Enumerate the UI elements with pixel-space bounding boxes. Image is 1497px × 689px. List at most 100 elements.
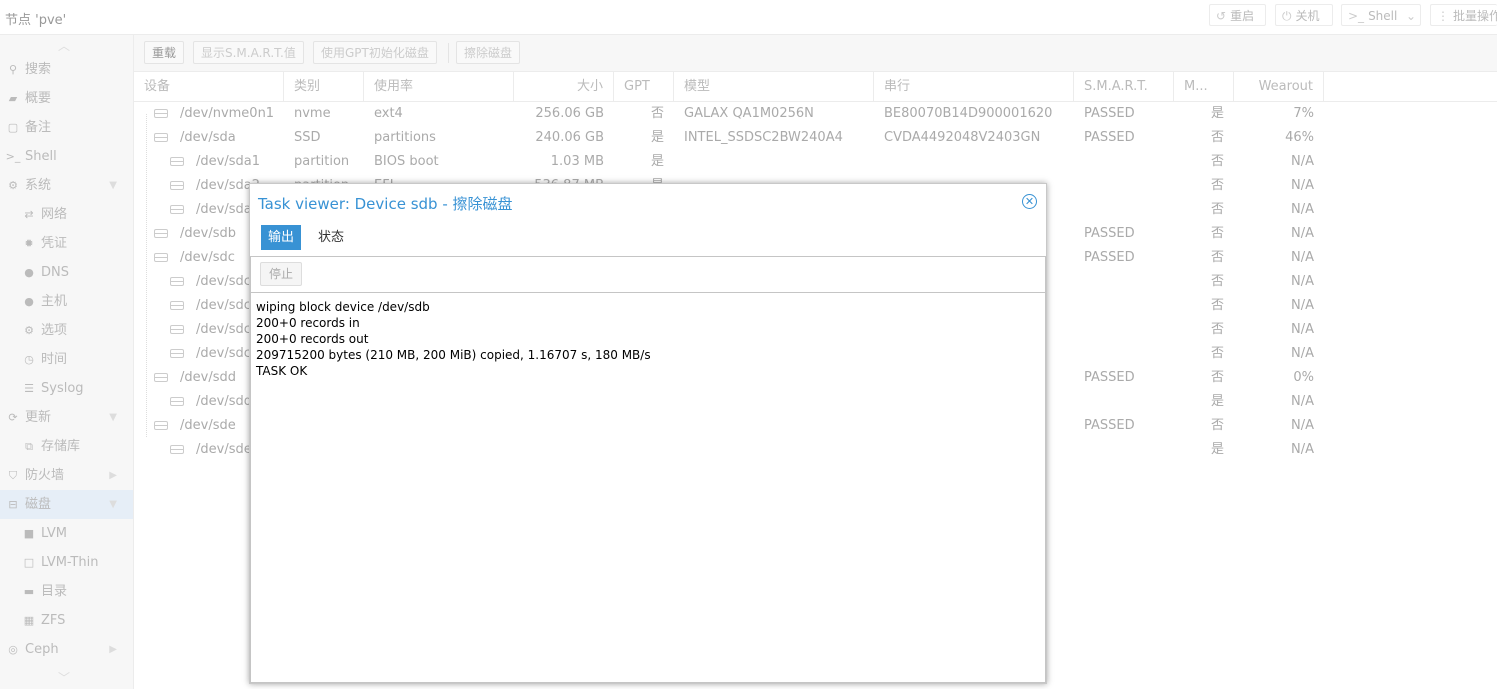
task-log: wiping block device /dev/sdb 200+0 recor… (250, 293, 1046, 683)
col-model[interactable]: 模型 (674, 72, 874, 101)
globe-icon: ● (24, 266, 34, 279)
cell-wearout: N/A (1291, 418, 1314, 433)
scroll-down-icon[interactable]: ﹀ (58, 669, 70, 686)
tab-status[interactable]: 状态 (311, 225, 351, 250)
cell-serial: CVDA4492048V2403GN (884, 130, 1041, 145)
cell-size: 1.03 MB (550, 154, 604, 169)
cell-model: GALAX QA1M0256N (684, 106, 814, 121)
sidebar-item-options[interactable]: ⚙ 选项 (0, 316, 133, 345)
cell-smart: PASSED (1084, 226, 1135, 241)
sidebar-item-lvm[interactable]: ■ LVM (0, 519, 133, 548)
bulk-actions-button[interactable]: ⋮ 批量操作 (1430, 4, 1497, 26)
close-icon[interactable]: ✕ (1022, 194, 1037, 209)
undo-icon: ↺ (1216, 9, 1227, 23)
col-gpt[interactable]: GPT (614, 72, 674, 101)
sidebar-item-repositories[interactable]: ⧉ 存储库 (0, 432, 133, 461)
sidebar-item-hosts[interactable]: ● 主机 (0, 287, 133, 316)
cell-smart (1074, 318, 1174, 342)
hdd-icon (154, 373, 168, 382)
table-row[interactable]: /dev/sda SSD partitions 240.06 GB 是 INTEL_SSD… (134, 126, 1497, 150)
power-icon: ⏻ (1282, 9, 1292, 23)
cell-mounted: 否 (1210, 250, 1224, 265)
hdd-icon (170, 205, 184, 214)
col-wearout[interactable]: Wearout (1234, 72, 1324, 101)
sidebar-item-syslog[interactable]: ☰ Syslog (0, 374, 133, 403)
device-name: /dev/sdd (180, 370, 236, 385)
cell-mounted: 否 (1210, 322, 1224, 337)
shutdown-button[interactable]: ⏻ 关机 (1275, 4, 1333, 26)
col-type[interactable]: 类别 (284, 72, 364, 101)
table-row[interactable]: /dev/nvme0n1 nvme ext4 256.06 GB 否 GALAX QA1M… (134, 102, 1497, 126)
reboot-button[interactable]: ↺ 重启 (1209, 4, 1266, 26)
cell-wearout: N/A (1291, 442, 1314, 457)
hdd-icon (154, 229, 168, 238)
device-name: /dev/sda (180, 130, 236, 145)
grid-icon: ▦ (23, 614, 35, 627)
sidebar-item-summary[interactable]: ▰ 概要 (0, 84, 133, 113)
cell-wearout: N/A (1291, 274, 1314, 289)
col-usage[interactable]: 使用率 (364, 72, 514, 101)
cell-smart (1074, 174, 1174, 198)
hdd-icon (170, 349, 184, 358)
sidebar-item-zfs[interactable]: ▦ ZFS (0, 606, 133, 635)
cell-size: 240.06 GB (535, 130, 604, 145)
cell-mounted: 是 (1210, 394, 1224, 409)
col-serial[interactable]: 串行 (874, 72, 1074, 101)
book-icon: ▰ (8, 92, 18, 105)
cell-smart: PASSED (1084, 418, 1135, 433)
device-name: /dev/sdb (180, 226, 236, 241)
col-mounted[interactable]: M... (1174, 72, 1234, 101)
show-smart-button[interactable]: 显示S.M.A.R.T.值 (193, 41, 304, 64)
col-size[interactable]: 大小 (514, 72, 614, 101)
sidebar-item-dns[interactable]: ● DNS (0, 258, 133, 287)
sidebar-item-directory[interactable]: ▬ 目录 (0, 577, 133, 606)
wipe-disk-button[interactable]: 擦除磁盘 (456, 41, 521, 64)
cell-mounted: 是 (1210, 442, 1224, 457)
hdd-icon (170, 445, 184, 454)
files-icon: ⧉ (25, 440, 33, 453)
sidebar-item-time[interactable]: ◷ 时间 (0, 345, 133, 374)
log-line: 200+0 records in (256, 316, 360, 330)
cell-usage: BIOS boot (374, 154, 439, 169)
sidebar-item-search[interactable]: ⚲ 搜索 (0, 55, 133, 84)
sidebar-item-lvm-thin[interactable]: □ LVM-Thin (0, 548, 133, 577)
stop-button[interactable]: 停止 (260, 262, 303, 286)
shell-button[interactable]: >_ Shell ⌄ (1341, 4, 1421, 26)
cell-wearout: N/A (1291, 202, 1314, 217)
col-device[interactable]: 设备 (134, 72, 284, 101)
sidebar-item-updates[interactable]: ⟳ 更新 ▼ (0, 403, 133, 432)
tab-output[interactable]: 输出 (261, 225, 302, 250)
sidebar-item-network[interactable]: ⇄ 网络 (0, 200, 133, 229)
hdd-icon (154, 421, 168, 430)
hdd-icon (170, 157, 184, 166)
reload-button[interactable]: 重载 (144, 41, 185, 64)
cell-wearout: N/A (1291, 346, 1314, 361)
cell-wearout: N/A (1291, 298, 1314, 313)
sidebar-item-system[interactable]: ⚙ 系统 ▼ (0, 171, 133, 200)
note-icon: ▢ (7, 121, 19, 134)
table-row[interactable]: /dev/sda1 partition BIOS boot 1.03 MB 是 否 N/A (134, 150, 1497, 174)
scroll-up-icon[interactable]: ︿ (58, 37, 70, 54)
cell-type: partition (294, 154, 350, 169)
sidebar-item-firewall[interactable]: ⛉ 防火墙 ▶ (0, 461, 133, 490)
cell-mounted: 否 (1210, 346, 1224, 361)
col-smart[interactable]: S.M.A.R.T. (1074, 72, 1174, 101)
log-line: 209715200 bytes (210 MB, 200 MiB) copied… (256, 348, 651, 362)
cell-model: INTEL_SSDSC2BW240A4 (684, 130, 843, 145)
init-gpt-button[interactable]: 使用GPT初始化磁盘 (313, 41, 437, 64)
cell-smart (1074, 390, 1174, 414)
sidebar-item-notes[interactable]: ▢ 备注 (0, 113, 133, 142)
sidebar-item-disks[interactable]: ⊟ 磁盘 ▼ (0, 490, 133, 519)
cell-smart: PASSED (1084, 370, 1135, 385)
cell-gpt: 是 (650, 154, 664, 169)
square-icon: ■ (23, 527, 35, 540)
cell-gpt: 是 (650, 130, 664, 145)
chevron-down-icon: ▼ (109, 499, 117, 510)
sidebar-item-certificates[interactable]: ✹ 凭证 (0, 229, 133, 258)
cell-wearout: N/A (1291, 178, 1314, 193)
cell-wearout: N/A (1291, 250, 1314, 265)
sidebar-item-shell[interactable]: >_ Shell (0, 142, 133, 171)
cell-mounted: 是 (1210, 106, 1224, 121)
sidebar-item-ceph[interactable]: ◎ Ceph ▶ (0, 635, 133, 664)
chevron-down-icon: ▼ (109, 412, 117, 423)
